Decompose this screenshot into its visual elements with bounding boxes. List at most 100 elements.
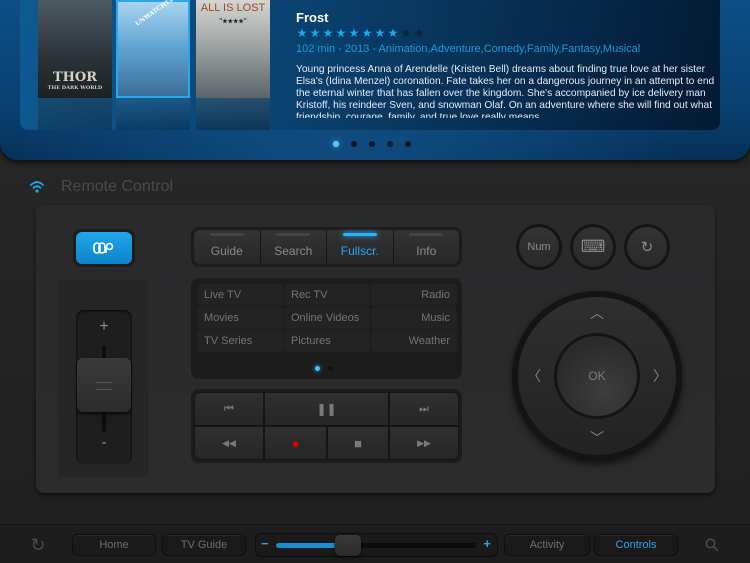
- movie-description: Young princess Anna of Arendelle (Kriste…: [296, 64, 715, 118]
- menu-item-movies[interactable]: Movies: [197, 307, 283, 329]
- volume-slider[interactable]: − +: [255, 533, 498, 557]
- volume-plus-icon[interactable]: +: [483, 536, 491, 551]
- star-filled-icon: ★: [322, 26, 334, 40]
- home-button[interactable]: Home: [72, 534, 156, 556]
- page-dot[interactable]: [387, 141, 393, 147]
- tab-search[interactable]: Search: [260, 230, 327, 264]
- media-menu: Live TV Rec TV Radio Movies Online Video…: [191, 278, 462, 379]
- dpad-up-button[interactable]: ︿: [587, 303, 607, 323]
- menu-item-online-videos[interactable]: Online Videos: [284, 307, 370, 329]
- star-filled-icon: ★: [361, 26, 373, 40]
- skip-back-icon: ⏮: [224, 402, 234, 415]
- next-button[interactable]: ⏭: [389, 392, 459, 426]
- rewind-button[interactable]: ◀◀: [194, 426, 264, 460]
- menu-item-radio[interactable]: Radio: [371, 284, 457, 306]
- star-empty-icon: ★: [413, 26, 425, 40]
- stop-icon: ■: [354, 435, 362, 451]
- menu-item-pictures[interactable]: Pictures: [284, 330, 370, 352]
- menu-item-rec-tv[interactable]: Rec TV: [284, 284, 370, 306]
- poster-reflection: [116, 98, 190, 130]
- pause-button[interactable]: ❚❚: [264, 392, 389, 426]
- page-dot[interactable]: [315, 366, 320, 371]
- refresh-button[interactable]: ↻: [624, 224, 670, 270]
- volume-minus-icon[interactable]: −: [261, 536, 269, 551]
- poster-rating: "★★★★": [219, 18, 247, 25]
- movie-title: Frost: [296, 10, 329, 25]
- rotate-icon: ↻: [627, 227, 667, 267]
- record-icon: ●: [291, 435, 300, 451]
- search-icon[interactable]: ⚲: [696, 529, 727, 560]
- logo-icon: [93, 242, 114, 254]
- star-filled-icon: ★: [309, 26, 321, 40]
- remote-title: Remote Control: [61, 178, 174, 195]
- rewind-icon: ◀◀: [222, 437, 236, 448]
- star-filled-icon: ★: [335, 26, 347, 40]
- dpad-ring: ︿ ﹀ 〈 〉 OK: [518, 297, 676, 455]
- keyboard-icon: ⌨: [573, 227, 613, 267]
- slider-track: [276, 535, 476, 556]
- app-logo-button[interactable]: [76, 232, 132, 264]
- refresh-icon[interactable]: ↻: [27, 534, 49, 556]
- bottom-bar: ↻ Home TV Guide − + Activity Controls ⚲: [0, 524, 750, 563]
- record-button[interactable]: ●: [264, 426, 327, 460]
- tab-info[interactable]: Info: [393, 230, 459, 264]
- page-dot[interactable]: [405, 141, 411, 147]
- logo-button-well: [73, 229, 135, 267]
- slider-thumb[interactable]: [335, 535, 361, 556]
- controls-button[interactable]: Controls: [594, 534, 678, 556]
- volume-down-button[interactable]: -: [76, 434, 132, 452]
- rating-stars: ★ ★ ★ ★ ★ ★ ★ ★ ★ ★: [296, 27, 425, 39]
- menu-page-dots[interactable]: [315, 366, 333, 371]
- dpad-right-button[interactable]: 〉: [650, 366, 670, 386]
- poster-art: UNWATCHED: [116, 0, 190, 98]
- menu-item-live-tv[interactable]: Live TV: [197, 284, 283, 306]
- previous-button[interactable]: ⏮: [194, 392, 264, 426]
- page-dot[interactable]: [351, 141, 357, 147]
- dpad-down-button[interactable]: ﹀: [587, 428, 607, 448]
- ok-button[interactable]: OK: [557, 336, 637, 416]
- tab-fullscreen[interactable]: Fullscr.: [327, 230, 394, 264]
- poster-all-is-lost[interactable]: ALL IS LOST "★★★★": [196, 0, 270, 130]
- page-dot[interactable]: [333, 141, 339, 147]
- poster-title: ALL IS LOST: [200, 2, 266, 14]
- skip-forward-icon: ⏭: [419, 402, 429, 415]
- activity-button[interactable]: Activity: [504, 534, 590, 556]
- star-filled-icon: ★: [296, 26, 308, 40]
- dpad-left-button[interactable]: 〈: [524, 366, 544, 386]
- volume-rocker[interactable]: + -: [76, 310, 132, 464]
- poster-subtitle: THE DARK WORLD: [47, 85, 103, 91]
- now-playing-panel: THOR THE DARK WORLD UNWATCHED ALL IS LOS…: [20, 0, 720, 130]
- poster-reflection: [38, 98, 112, 130]
- poster-thor[interactable]: THOR THE DARK WORLD: [38, 0, 112, 130]
- banner-page-dots[interactable]: [333, 141, 411, 147]
- keyboard-button[interactable]: ⌨: [570, 224, 616, 270]
- page-dot[interactable]: [328, 366, 333, 371]
- star-filled-icon: ★: [387, 26, 399, 40]
- volume-up-button[interactable]: +: [76, 318, 132, 336]
- volume-thumb[interactable]: [77, 358, 131, 412]
- tab-guide[interactable]: Guide: [194, 230, 261, 264]
- poster-art: THOR THE DARK WORLD: [38, 0, 112, 98]
- now-playing-banner: THOR THE DARK WORLD UNWATCHED ALL IS LOS…: [0, 0, 750, 160]
- fast-forward-button[interactable]: ▶▶: [389, 426, 459, 460]
- star-filled-icon: ★: [374, 26, 386, 40]
- page-dot[interactable]: [369, 141, 375, 147]
- pause-icon: ❚❚: [316, 402, 337, 416]
- ok-button-well: OK: [554, 333, 640, 419]
- menu-item-weather[interactable]: Weather: [371, 330, 457, 352]
- poster-frozen[interactable]: UNWATCHED: [116, 0, 190, 130]
- num-button[interactable]: Num: [516, 224, 562, 270]
- poster-title: THOR: [52, 70, 98, 85]
- poster-reflection: [196, 98, 270, 130]
- menu-item-music[interactable]: Music: [371, 307, 457, 329]
- fast-forward-icon: ▶▶: [417, 437, 431, 448]
- poster-art: ALL IS LOST "★★★★": [196, 0, 270, 98]
- star-empty-icon: ★: [400, 26, 412, 40]
- view-tabs: Guide Search Fullscr. Info: [191, 227, 462, 267]
- menu-item-tv-series[interactable]: TV Series: [197, 330, 283, 352]
- remote-header: Remote Control: [30, 178, 173, 196]
- wifi-icon: [30, 181, 44, 193]
- tv-guide-button[interactable]: TV Guide: [162, 534, 246, 556]
- stop-button[interactable]: ■: [327, 426, 389, 460]
- star-filled-icon: ★: [348, 26, 360, 40]
